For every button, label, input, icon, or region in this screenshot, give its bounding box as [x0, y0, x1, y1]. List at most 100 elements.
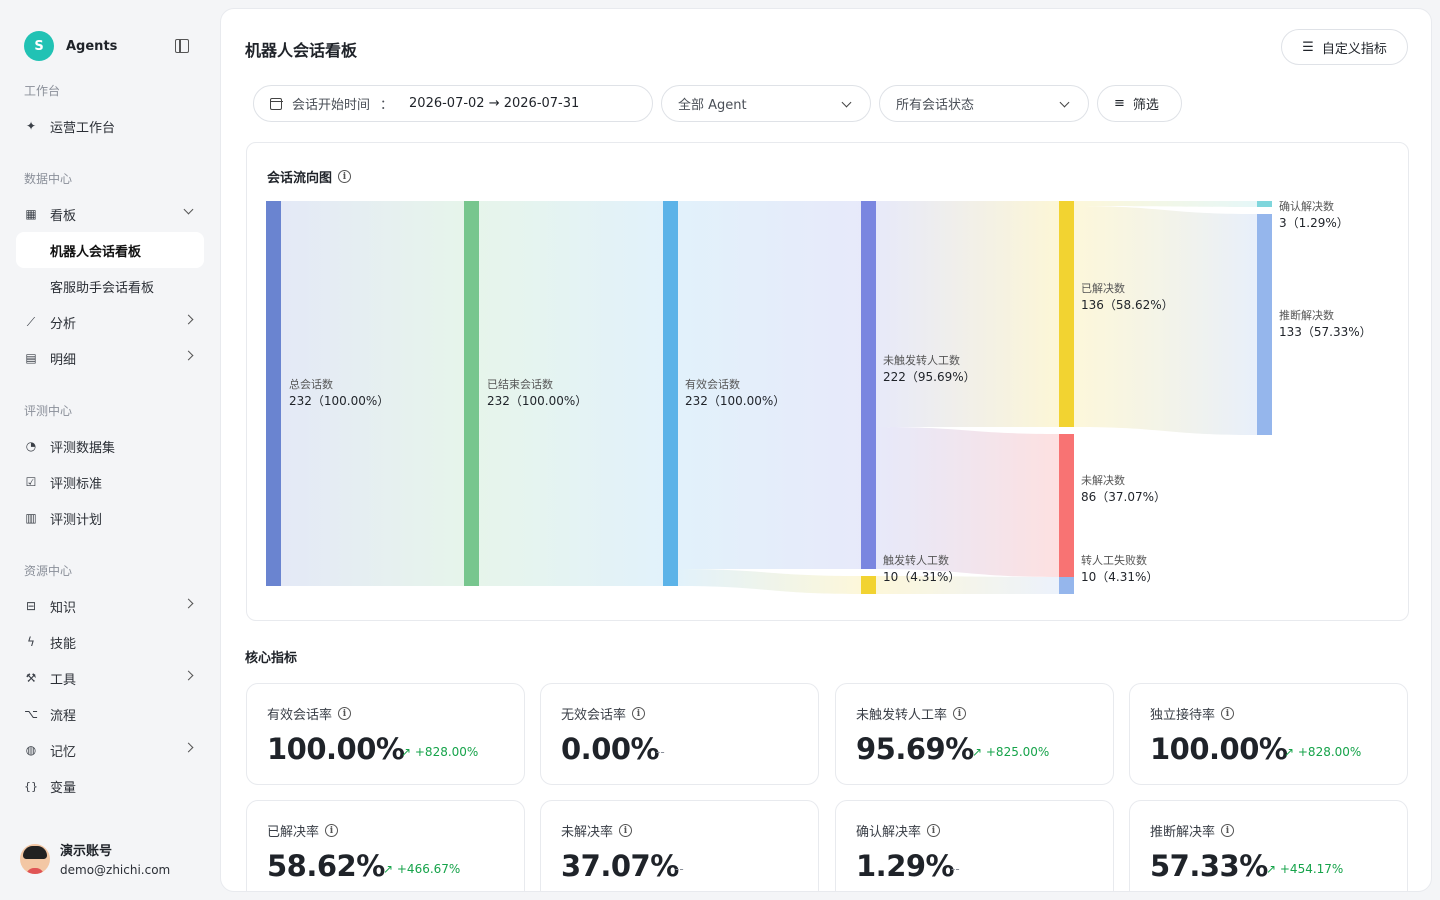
sankey-link-no-transfer-resolved — [875, 201, 1059, 427]
metric-change-value: +454.17% — [1279, 862, 1344, 876]
main-panel: 机器人会话看板 ☰ 自定义指标 会话开始时间 ： 2026-07-02 → 20… — [220, 8, 1432, 892]
metric-change: -- — [675, 862, 684, 876]
metric-change-value: +828.00% — [414, 745, 479, 759]
info-icon[interactable]: i — [953, 707, 967, 720]
chevron-right-icon — [183, 350, 194, 361]
status-select[interactable]: 所有会话状态 — [879, 85, 1089, 122]
brand-name: Agents — [66, 38, 118, 54]
sankey-link-resolved-confirmed — [1073, 201, 1257, 207]
brand-logo: S — [24, 31, 54, 61]
pie-chart-icon: ◔ — [25, 439, 37, 453]
chevron-right-icon — [183, 742, 194, 753]
metric-card: 推断解决率 i 57.33% ↗ +454.17% — [1129, 800, 1408, 891]
lightning-icon: ϟ — [27, 635, 35, 649]
node-value: 222（95.69%） — [883, 370, 976, 384]
sparkle-icon: ✦ — [25, 119, 37, 133]
sidebar-item-variables[interactable]: {} 变量 — [16, 768, 204, 804]
metric-value: 0.00% — [561, 732, 660, 766]
info-icon[interactable]: i — [325, 824, 339, 837]
metric-change: ↗ +828.00% — [401, 745, 479, 759]
chevron-right-icon — [183, 670, 194, 681]
section-data: 数据中心 — [24, 172, 73, 186]
filter-button[interactable]: ≡ 筛选 — [1097, 85, 1182, 122]
sidebar-item-label: 机器人会话看板 — [50, 244, 142, 260]
avatar — [20, 843, 50, 874]
sidebar-item-ops[interactable]: ✦ 运营工作台 — [16, 108, 204, 144]
metric-change: ↗ +828.00% — [1284, 745, 1362, 759]
node-value: 133（57.33%） — [1279, 325, 1372, 339]
date-range-filter[interactable]: 会话开始时间 ： 2026-07-02 → 2026-07-31 — [253, 85, 653, 122]
checkbox-icon: ☑ — [25, 475, 37, 489]
sidebar-collapse-icon[interactable] — [175, 39, 189, 53]
sankey-node-ended — [464, 201, 479, 586]
memory-icon: ◍ — [25, 743, 37, 757]
sidebar-item-label: 分析 — [50, 316, 77, 332]
sankey-card: 会话流向图 i 总会话数 232（100.00%） 已结束会话数 232（100… — [246, 142, 1409, 621]
sankey-node-resolved — [1059, 201, 1074, 427]
status-select-value: 所有会话状态 — [896, 98, 975, 113]
node-name: 确认解决数 — [1279, 200, 1334, 213]
node-value: 10（4.31%） — [1081, 570, 1159, 584]
sidebar-item-eval-dataset[interactable]: ◔ 评测数据集 — [16, 428, 204, 464]
sidebar-item-flow[interactable]: ⌥ 流程 — [16, 696, 204, 732]
metric-card: 未触发转人工率 i 95.69% ↗ +825.00% — [835, 683, 1114, 785]
sidebar-item-label: 运营工作台 — [50, 120, 116, 136]
sidebar-item-eval-plan[interactable]: ▥ 评测计划 — [16, 500, 204, 536]
wrench-icon: ⚒ — [25, 671, 37, 685]
info-icon[interactable]: i — [927, 824, 941, 837]
metric-change: -- — [656, 745, 665, 759]
metric-label: 有效会话率 — [267, 708, 333, 723]
metric-value: 1.29% — [856, 849, 955, 883]
sidebar-item-analysis[interactable]: ⟋ 分析 — [16, 304, 204, 340]
sidebar-item-tools[interactable]: ⚒ 工具 — [16, 660, 204, 696]
metric-value: 57.33% — [1150, 849, 1268, 883]
metric-change-value: +825.00% — [985, 745, 1050, 759]
metric-card: 确认解决率 i 1.29% -- — [835, 800, 1114, 891]
info-icon[interactable]: i — [619, 824, 633, 837]
metric-label: 未解决率 — [561, 825, 614, 840]
sidebar-item-label: 客服助手会话看板 — [50, 280, 155, 296]
metric-card: 已解决率 i 58.62% ↗ +466.67% — [246, 800, 525, 891]
agent-select-value: 全部 Agent — [678, 98, 747, 113]
date-filter-colon: ： — [380, 98, 394, 113]
line-chart-icon: ⟋ — [26, 314, 36, 329]
dashboard-icon: ▦ — [25, 207, 37, 221]
sankey-node-no-transfer — [861, 201, 876, 569]
node-name: 转人工失败数 — [1081, 554, 1147, 567]
sankey-node-transfer-failed — [1059, 577, 1074, 594]
sidebar-item-board[interactable]: ▦ 看板 — [16, 196, 204, 232]
sidebar-item-eval-standard[interactable]: ☑ 评测标准 — [16, 464, 204, 500]
metric-label: 无效会话率 — [561, 708, 627, 723]
info-icon[interactable]: i — [1221, 824, 1235, 837]
section-workbench: 工作台 — [24, 84, 61, 98]
sidebar-item-memory[interactable]: ◍ 记忆 — [16, 732, 204, 768]
metric-change: ↗ +825.00% — [972, 745, 1050, 759]
book-icon: ⊟ — [25, 599, 37, 613]
metric-label: 未触发转人工率 — [856, 708, 948, 723]
metric-change-value: +828.00% — [1297, 745, 1362, 759]
sidebar-item-cs-board[interactable]: 客服助手会话看板 — [16, 268, 204, 304]
user-profile[interactable]: 演示账号 demo@zhichi.com — [20, 840, 170, 877]
sankey-node-valid — [663, 201, 678, 586]
agent-select[interactable]: 全部 Agent — [661, 85, 871, 122]
node-value: 86（37.07%） — [1081, 490, 1167, 504]
info-icon[interactable]: i — [1221, 707, 1235, 720]
sankey-node-transfer — [861, 576, 876, 594]
node-name: 已结束会话数 — [487, 378, 553, 391]
node-name: 已解决数 — [1081, 282, 1125, 295]
metric-label: 已解决率 — [267, 825, 320, 840]
sankey-node-inferred — [1257, 214, 1272, 435]
metric-card: 未解决率 i 37.07% -- — [540, 800, 819, 891]
info-icon[interactable]: i — [338, 707, 352, 720]
sidebar-item-detail[interactable]: ▤ 明细 — [16, 340, 204, 376]
info-icon[interactable]: i — [632, 707, 646, 720]
sankey-label-no-transfer: 未触发转人工数 222（95.69%） — [883, 353, 976, 385]
brand[interactable]: S Agents — [24, 31, 117, 61]
sidebar-item-knowledge[interactable]: ⊟ 知识 — [16, 588, 204, 624]
sidebar-item-skills[interactable]: ϟ 技能 — [16, 624, 204, 660]
custom-metrics-button[interactable]: ☰ 自定义指标 — [1281, 29, 1408, 65]
sidebar-item-bot-board[interactable]: 机器人会话看板 — [16, 232, 204, 268]
metric-value: 58.62% — [267, 849, 385, 883]
user-name: 演示账号 — [60, 844, 113, 859]
metric-label: 确认解决率 — [856, 825, 922, 840]
